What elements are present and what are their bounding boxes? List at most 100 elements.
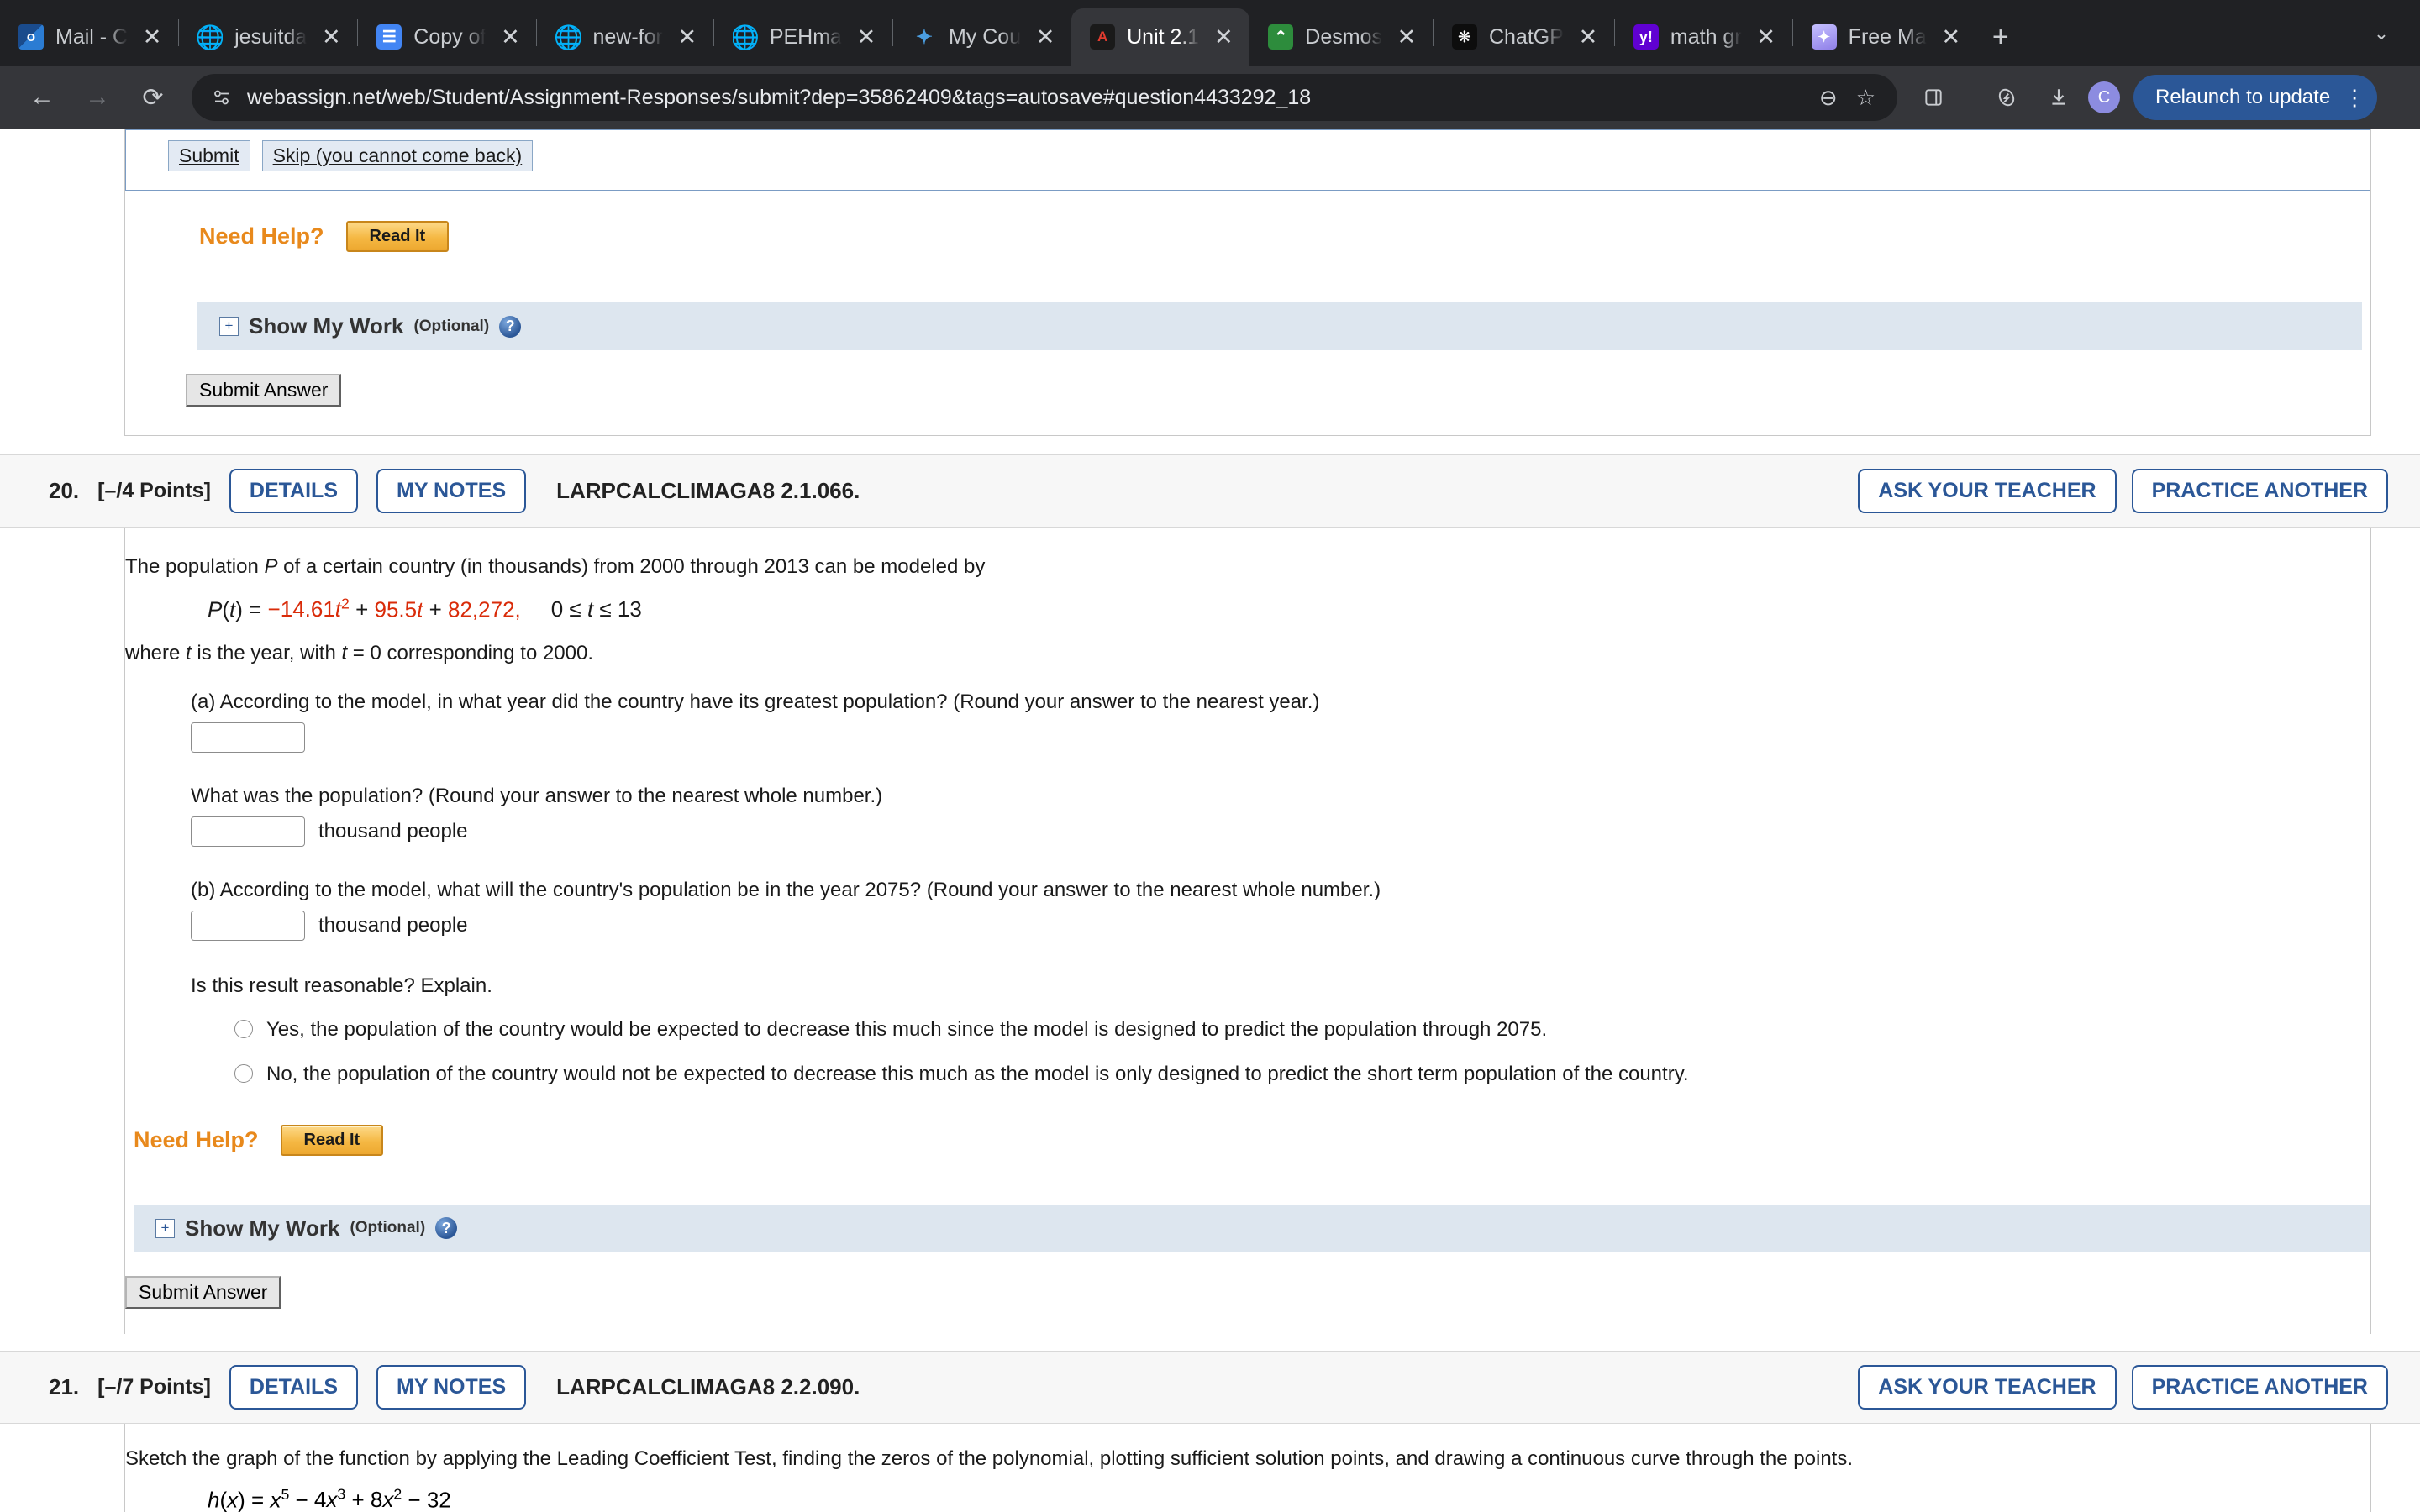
close-tab-icon[interactable]: ✕	[1033, 25, 1058, 49]
browser-menu-icon[interactable]: ⋮	[2344, 87, 2365, 108]
option-row-yes[interactable]: Yes, the population of the country would…	[191, 1016, 2370, 1042]
part-a2-input[interactable]	[191, 816, 305, 848]
browser-tab-0[interactable]: o Mail - C ✕	[0, 8, 178, 66]
extensions-icon[interactable]	[1984, 75, 2029, 120]
reload-button[interactable]: ⟳	[129, 74, 176, 121]
part-b-answer-row: thousand people	[191, 911, 2370, 942]
equation-lhs: P	[208, 596, 223, 622]
browser-tab-6-active[interactable]: A Unit 2.1 ✕	[1071, 8, 1250, 66]
read-it-button[interactable]: Read It	[345, 221, 450, 252]
part-b-prompt: (b) According to the model, what will th…	[191, 879, 1381, 902]
skip-button[interactable]: Skip (you cannot come back)	[261, 140, 534, 171]
browser-tab-4[interactable]: 🌐 PEHma ✕	[714, 8, 892, 66]
q21-mid1: −	[289, 1487, 314, 1512]
avatar[interactable]: C	[2088, 81, 2120, 113]
submit-answer-button[interactable]: Submit Answer	[125, 1275, 281, 1309]
browser-tab-9[interactable]: y! math gr ✕	[1615, 8, 1792, 66]
close-tab-icon[interactable]: ✕	[497, 25, 523, 49]
equation-plus1: +	[349, 596, 375, 622]
ask-your-teacher-button[interactable]: ASK YOUR TEACHER	[1858, 469, 2117, 513]
question-header-actions: ASK YOUR TEACHER PRACTICE ANOTHER	[1858, 1364, 2388, 1410]
browser-tab-7[interactable]: ⌃ Desmos ✕	[1249, 8, 1433, 66]
toolbar-icon-group: C Relaunch to update ⋮	[1911, 75, 2378, 120]
tab-title: Mail - C	[55, 24, 129, 49]
browser-tab-8[interactable]: ❊ ChatGP ✕	[1434, 8, 1614, 66]
chevron-down-icon[interactable]: ⌄	[2358, 12, 2405, 55]
close-tab-icon[interactable]: ✕	[1576, 25, 1601, 49]
q21-term2: 4x3	[313, 1485, 346, 1512]
need-help-label: Need Help?	[199, 223, 324, 249]
desmos-icon: ⌃	[1268, 24, 1294, 50]
variable-P: P	[264, 555, 278, 578]
browser-chrome: o Mail - C ✕ 🌐 jesuitda ✕ ☰ Copy of ✕ 🌐 …	[0, 0, 2420, 129]
downloads-icon[interactable]	[2036, 75, 2081, 120]
expand-icon[interactable]: +	[155, 1218, 175, 1238]
practice-another-button[interactable]: PRACTICE ANOTHER	[2131, 1364, 2388, 1410]
help-icon[interactable]: ?	[499, 315, 522, 338]
read-it-button[interactable]: Read It	[280, 1124, 384, 1156]
browser-tab-10[interactable]: ✦ Free Ma ✕	[1793, 8, 1977, 66]
question-21-equation: h(x) = x5 − 4x3 + 8x2 − 32	[125, 1471, 2370, 1512]
my-notes-button[interactable]: MY NOTES	[376, 1364, 527, 1410]
close-tab-icon[interactable]: ✕	[1754, 25, 1779, 49]
part-a-prompt: (a) According to the model, in what year…	[191, 690, 1320, 714]
new-tab-button[interactable]: +	[1977, 13, 2024, 60]
webassign-icon: A	[1090, 24, 1116, 50]
browser-tab-3[interactable]: 🌐 new-for ✕	[537, 8, 713, 66]
part-a-answer-row	[191, 722, 2370, 753]
zoom-out-icon[interactable]: ⊖	[1819, 85, 1838, 111]
radio-option-no[interactable]	[234, 1064, 253, 1084]
equation-term1: −14.61t2	[267, 595, 350, 622]
part-a2-answer-row: thousand people	[191, 816, 2370, 848]
relaunch-to-update-button[interactable]: Relaunch to update ⋮	[2133, 75, 2378, 120]
part-a-input[interactable]	[191, 722, 305, 753]
help-icon[interactable]: ?	[435, 1217, 458, 1240]
forward-button[interactable]: →	[74, 74, 121, 121]
question-21-intro: Sketch the graph of the function by appl…	[125, 1446, 1853, 1470]
close-tab-icon[interactable]: ✕	[1939, 25, 1964, 49]
show-my-work-bar[interactable]: + Show My Work (Optional) ?	[197, 302, 2362, 350]
close-tab-icon[interactable]: ✕	[1211, 25, 1236, 49]
practice-another-button[interactable]: PRACTICE ANOTHER	[2131, 469, 2388, 513]
submit-answer-row-q20: Submit Answer	[125, 1275, 2370, 1334]
expand-icon[interactable]: +	[219, 317, 239, 336]
details-button[interactable]: DETAILS	[229, 1364, 358, 1410]
question-number: 20.	[49, 478, 80, 503]
permissions-icon[interactable]	[210, 87, 234, 108]
close-tab-icon[interactable]: ✕	[675, 25, 700, 49]
address-bar[interactable]: webassign.net/web/Student/Assignment-Res…	[192, 74, 1897, 121]
back-button[interactable]: ←	[18, 74, 66, 121]
bookmark-star-icon[interactable]: ☆	[1856, 85, 1876, 111]
browser-tab-5[interactable]: ✦ My Cou ✕	[893, 8, 1071, 66]
equation-eq: ) =	[235, 596, 268, 622]
option-row-no[interactable]: No, the population of the country would …	[191, 1061, 2370, 1087]
details-button[interactable]: DETAILS	[229, 469, 358, 513]
radio-option-yes[interactable]	[234, 1020, 253, 1039]
question-21-body: Sketch the graph of the function by appl…	[124, 1423, 2371, 1512]
tab-title: Copy of	[413, 24, 487, 49]
browser-toolbar: ← → ⟳ webassign.net/web/Student/Assignme…	[0, 66, 2420, 129]
close-tab-icon[interactable]: ✕	[318, 25, 344, 49]
need-help-row-q20: Need Help? Read It	[125, 1088, 2370, 1156]
canvas-icon: ✦	[915, 25, 934, 49]
close-tab-icon[interactable]: ✕	[1394, 25, 1419, 49]
submit-answer-button[interactable]: Submit Answer	[186, 374, 342, 407]
question-20-body: The population P of a certain country (i…	[124, 528, 2371, 1334]
globe-icon: 🌐	[197, 24, 224, 50]
browser-tab-2[interactable]: ☰ Copy of ✕	[358, 8, 536, 66]
close-tab-icon[interactable]: ✕	[139, 25, 165, 49]
submit-button[interactable]: Submit	[168, 140, 250, 171]
tab-title: ChatGP	[1488, 24, 1564, 49]
question-20-header: 20. [–/4 Points] DETAILS MY NOTES LARPCA…	[0, 454, 2420, 528]
browser-tab-1[interactable]: 🌐 jesuitda ✕	[179, 8, 357, 66]
ask-your-teacher-button[interactable]: ASK YOUR TEACHER	[1858, 1364, 2117, 1410]
equation-lhs-rest: (	[222, 596, 230, 622]
side-panel-icon[interactable]	[1911, 75, 1956, 120]
question-intro: The population P of a certain country (i…	[125, 555, 986, 578]
tab-strip: o Mail - C ✕ 🌐 jesuitda ✕ ☰ Copy of ✕ 🌐 …	[0, 0, 2420, 66]
question-number: 21.	[49, 1373, 80, 1399]
close-tab-icon[interactable]: ✕	[854, 25, 879, 49]
my-notes-button[interactable]: MY NOTES	[376, 469, 527, 513]
part-b-input[interactable]	[191, 911, 305, 942]
show-my-work-bar-q20[interactable]: + Show My Work (Optional) ?	[134, 1204, 2370, 1252]
